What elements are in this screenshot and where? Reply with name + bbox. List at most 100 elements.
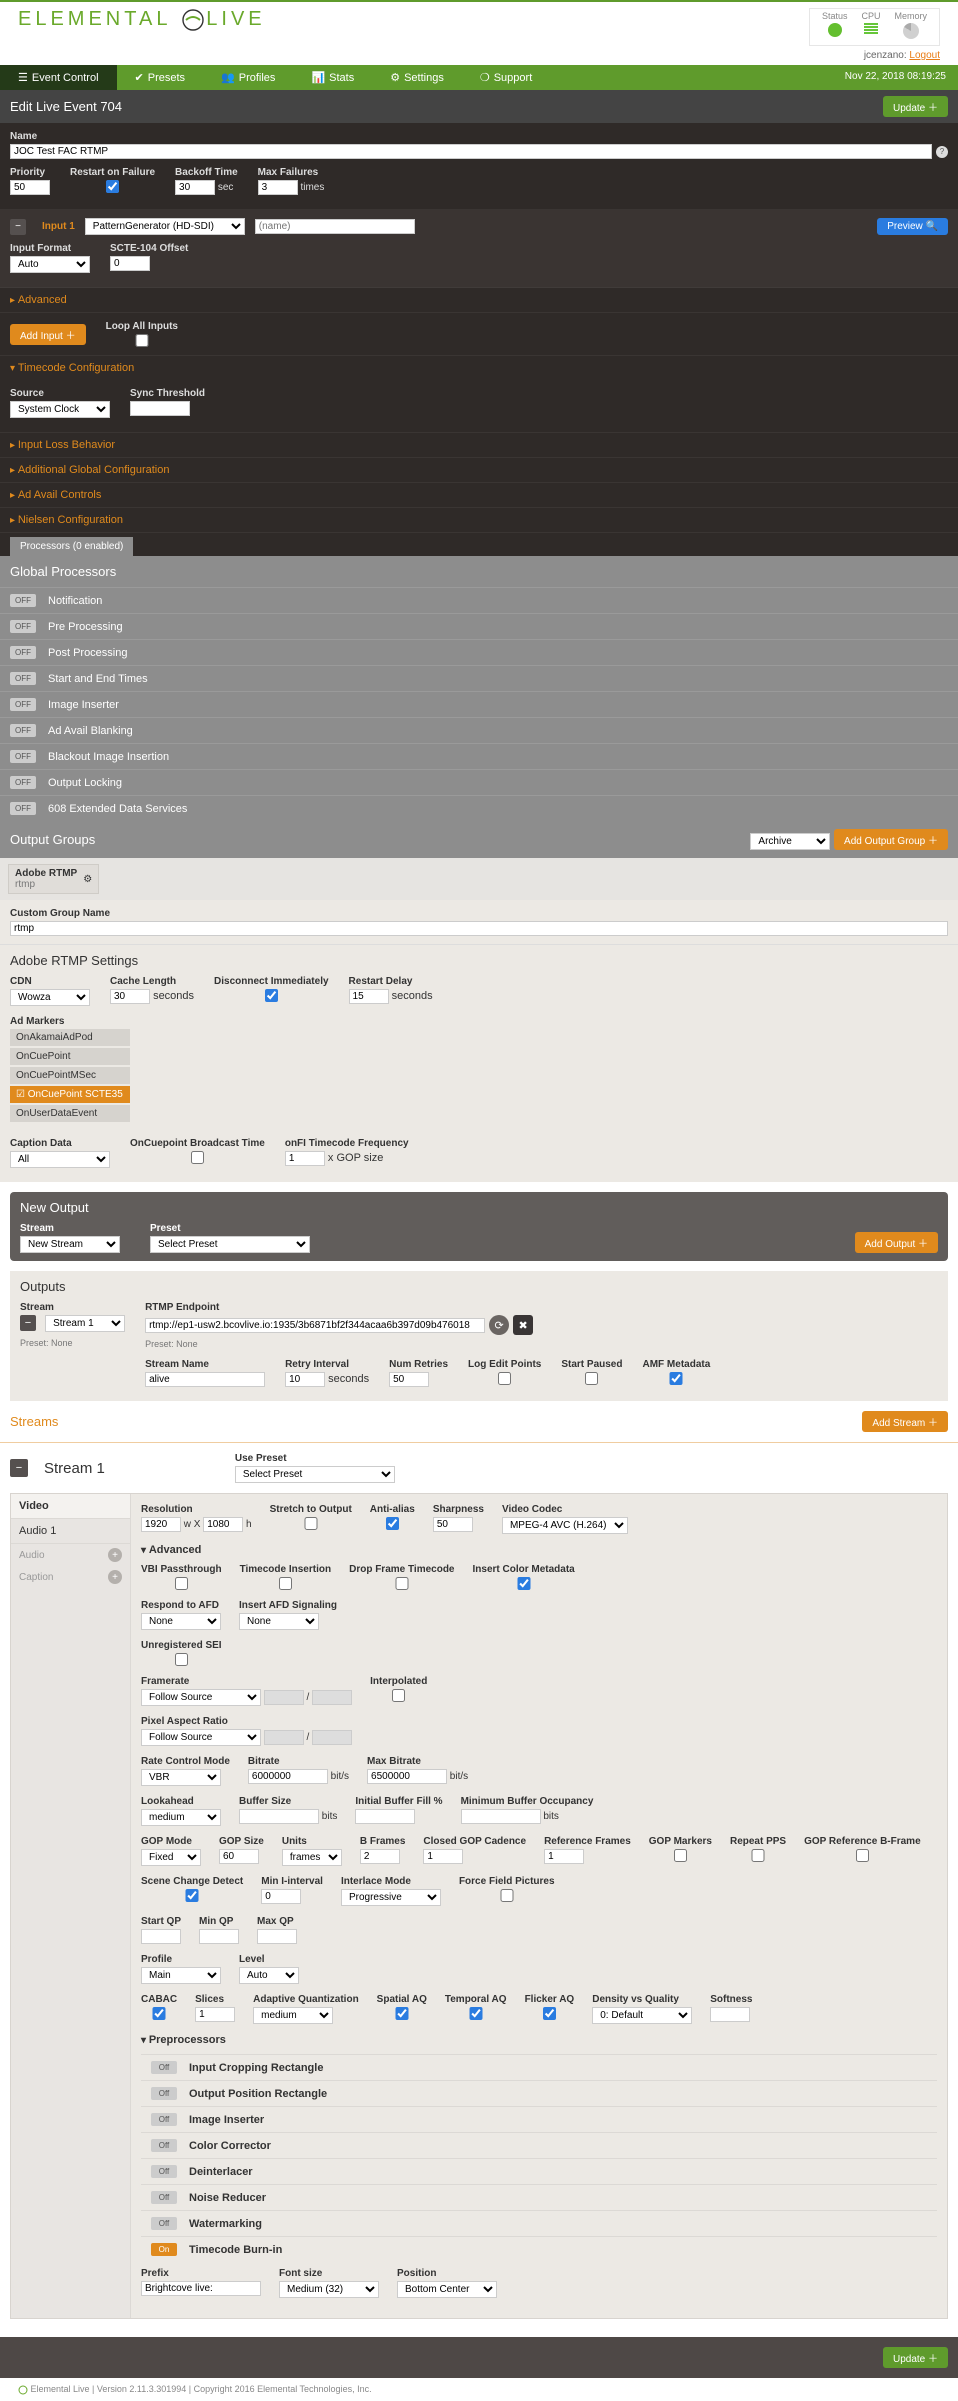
- res-h-input[interactable]: [203, 1517, 243, 1532]
- preproc-toggle[interactable]: Off: [151, 2061, 177, 2074]
- gop-size-input[interactable]: [219, 1849, 259, 1864]
- nav-event-control[interactable]: ☰ Event Control: [0, 65, 117, 90]
- tab-audio1[interactable]: Audio 1: [11, 1519, 130, 1544]
- framerate-den[interactable]: [312, 1690, 352, 1705]
- profile-select[interactable]: Main: [141, 1967, 221, 1984]
- vbi-checkbox[interactable]: [141, 1577, 222, 1590]
- collapse-input-icon[interactable]: −: [10, 219, 26, 235]
- collapse-output-icon[interactable]: −: [20, 1315, 36, 1331]
- tab-video[interactable]: Video: [11, 1494, 130, 1519]
- slices-input[interactable]: [195, 2007, 235, 2022]
- res-w-input[interactable]: [141, 1517, 181, 1532]
- add-caption-icon[interactable]: +: [108, 1570, 122, 1584]
- rtmp-endpoint-input[interactable]: [145, 1318, 485, 1333]
- timecode-expander[interactable]: Timecode Configuration: [0, 355, 958, 380]
- stream-name-input[interactable]: [145, 1372, 265, 1387]
- softness-input[interactable]: [710, 2007, 750, 2022]
- loop-all-checkbox[interactable]: [106, 334, 178, 347]
- gear-icon[interactable]: ⚙: [83, 874, 92, 885]
- cabac-checkbox[interactable]: [141, 2007, 177, 2020]
- ad-marker-OnAkamaiAdPod[interactable]: OnAkamaiAdPod: [10, 1029, 130, 1046]
- repeat-pps-checkbox[interactable]: [730, 1849, 786, 1862]
- processors-tab[interactable]: Processors (0 enabled): [10, 537, 133, 556]
- spatial-aq-checkbox[interactable]: [377, 2007, 427, 2020]
- caption-data-select[interactable]: All: [10, 1151, 110, 1168]
- ref-frames-input[interactable]: [544, 1849, 584, 1864]
- par-num[interactable]: [264, 1730, 304, 1745]
- gop-ref-b-checkbox[interactable]: [804, 1849, 921, 1862]
- disconnect-checkbox[interactable]: [214, 989, 328, 1002]
- adaptive-q-select[interactable]: medium: [253, 2007, 333, 2024]
- par-den[interactable]: [312, 1730, 352, 1745]
- gop-mode-select[interactable]: Fixed: [141, 1849, 201, 1866]
- flicker-aq-checkbox[interactable]: [525, 2007, 575, 2020]
- nav-presets[interactable]: ✔ Presets: [117, 65, 204, 90]
- nav-stats[interactable]: 📊 Stats: [293, 65, 372, 90]
- ad-avail-expander[interactable]: Ad Avail Controls: [0, 482, 958, 507]
- gp-toggle[interactable]: OFF: [10, 594, 36, 607]
- backoff-input[interactable]: [175, 180, 215, 195]
- lookahead-select[interactable]: medium: [141, 1809, 221, 1826]
- advanced-subhead[interactable]: Advanced: [141, 1544, 937, 1556]
- gp-toggle[interactable]: OFF: [10, 750, 36, 763]
- add-audio-icon[interactable]: +: [108, 1548, 122, 1562]
- preproc-toggle[interactable]: Off: [151, 2113, 177, 2126]
- rate-ctrl-select[interactable]: VBR: [141, 1769, 221, 1786]
- burn-pos-select[interactable]: Bottom Center: [397, 2281, 497, 2298]
- bitrate-input[interactable]: [248, 1769, 328, 1784]
- ad-marker-OnUserDataEvent[interactable]: OnUserDataEvent: [10, 1105, 130, 1122]
- nav-settings[interactable]: ⚙ Settings: [372, 65, 462, 90]
- gp-toggle[interactable]: OFF: [10, 620, 36, 633]
- preproc-toggle[interactable]: Off: [151, 2191, 177, 2204]
- drop-frame-checkbox[interactable]: [349, 1577, 454, 1590]
- output-group-type-select[interactable]: Archive: [750, 833, 830, 850]
- add-input-button[interactable]: Add Input ＋: [10, 324, 86, 345]
- force-field-checkbox[interactable]: [459, 1889, 555, 1902]
- add-output-group-button[interactable]: Add Output Group ＋: [834, 829, 948, 850]
- max-failures-input[interactable]: [258, 180, 298, 195]
- gp-toggle[interactable]: OFF: [10, 672, 36, 685]
- restart-on-failure-checkbox[interactable]: [70, 180, 155, 193]
- respond-afd-select[interactable]: None: [141, 1613, 221, 1630]
- preproc-toggle[interactable]: Off: [151, 2165, 177, 2178]
- insert-color-checkbox[interactable]: [473, 1577, 575, 1590]
- add-output-button[interactable]: Add Output ＋: [855, 1232, 938, 1253]
- buffer-size-input[interactable]: [239, 1809, 319, 1824]
- refresh-icon[interactable]: ⟳: [489, 1315, 509, 1335]
- preproc-toggle[interactable]: Off: [151, 2139, 177, 2152]
- additional-global-expander[interactable]: Additional Global Configuration: [0, 457, 958, 482]
- preproc-toggle[interactable]: Off: [151, 2087, 177, 2100]
- preproc-toggle[interactable]: Off: [151, 2217, 177, 2230]
- amf-checkbox[interactable]: [642, 1372, 710, 1385]
- update-button-top[interactable]: Update ＋: [883, 96, 948, 117]
- advanced-expander[interactable]: Advanced: [0, 287, 958, 312]
- gp-toggle[interactable]: OFF: [10, 646, 36, 659]
- interpolated-checkbox[interactable]: [370, 1689, 427, 1702]
- ad-marker-OnCuePointMSec[interactable]: OnCuePointMSec: [10, 1067, 130, 1084]
- input-name-field[interactable]: [255, 219, 415, 234]
- temporal-aq-checkbox[interactable]: [445, 2007, 507, 2020]
- tc-ins-checkbox[interactable]: [240, 1577, 332, 1590]
- output-group-tab[interactable]: Adobe RTMPrtmp ⚙: [8, 864, 99, 894]
- preview-button[interactable]: Preview 🔍: [877, 218, 948, 235]
- delete-output-icon[interactable]: ✖: [513, 1315, 533, 1335]
- min-i-input[interactable]: [261, 1889, 301, 1904]
- use-preset-select[interactable]: Select Preset: [235, 1466, 395, 1483]
- level-select[interactable]: Auto: [239, 1967, 299, 1984]
- name-help-icon[interactable]: ?: [936, 146, 948, 158]
- nav-profiles[interactable]: 👥 Profiles: [203, 65, 293, 90]
- onfi-input[interactable]: [285, 1151, 325, 1166]
- gop-markers-checkbox[interactable]: [649, 1849, 712, 1862]
- sharpness-input[interactable]: [433, 1517, 473, 1532]
- outputs-stream-select[interactable]: Stream 1: [45, 1315, 125, 1332]
- scene-change-checkbox[interactable]: [141, 1889, 243, 1902]
- start-paused-checkbox[interactable]: [561, 1372, 622, 1385]
- cdn-select[interactable]: Wowza: [10, 989, 90, 1006]
- priority-input[interactable]: [10, 180, 50, 195]
- framerate-select[interactable]: Follow Source: [141, 1689, 261, 1706]
- framerate-num[interactable]: [264, 1690, 304, 1705]
- ad-marker-OnCuePoint SCTE35[interactable]: ☑ OnCuePoint SCTE35: [10, 1086, 130, 1103]
- burn-font-select[interactable]: Medium (32): [279, 2281, 379, 2298]
- insert-afd-select[interactable]: None: [239, 1613, 319, 1630]
- codec-select[interactable]: MPEG-4 AVC (H.264): [502, 1517, 628, 1534]
